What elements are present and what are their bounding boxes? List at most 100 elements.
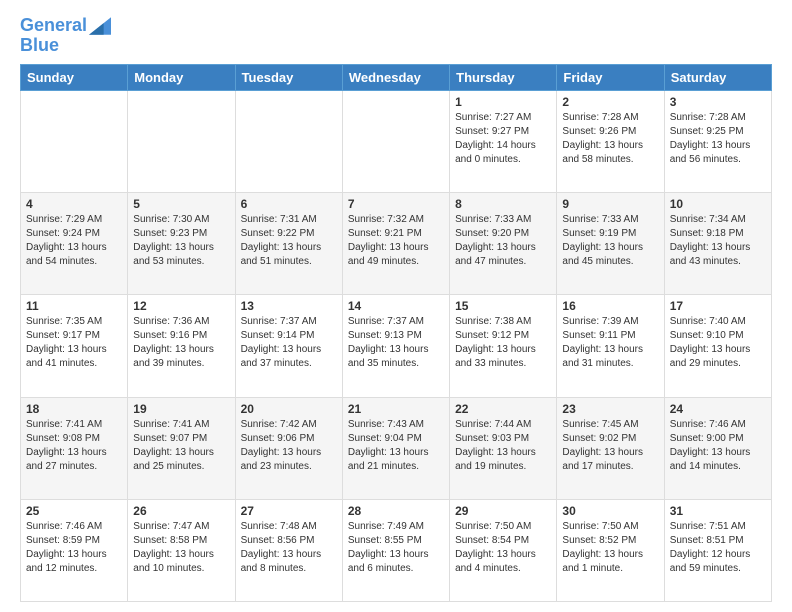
day-cell: 13 Sunrise: 7:37 AM Sunset: 9:14 PM Dayli…	[235, 295, 342, 397]
weekday-sunday: Sunday	[21, 64, 128, 90]
day-number: 11	[26, 299, 122, 313]
day-number: 6	[241, 197, 337, 211]
day-info: Sunrise: 7:29 AM Sunset: 9:24 PM Dayligh…	[26, 213, 122, 269]
day-cell: 23Sunrise: 7:45 AM Sunset: 9:02 PM Dayli…	[557, 397, 664, 499]
day-info: Sunrise: 7:42 AM Sunset: 9:06 PM Dayligh…	[241, 418, 337, 474]
week-row-4: 25 Sunrise: 7:46 AM Sunset: 8:59 PM Dayli…	[21, 499, 772, 601]
day-number: 26	[133, 504, 229, 518]
day-number: 28	[348, 504, 444, 518]
weekday-monday: Monday	[128, 64, 235, 90]
day-number: 10	[670, 197, 766, 211]
day-number: 7	[348, 197, 444, 211]
week-row-0: 1 Sunrise: 7:27 AM Sunset: 9:27 PM Daylig…	[21, 90, 772, 192]
day-cell: 19 Sunrise: 7:41 AM Sunset: 9:07 PM Dayli…	[128, 397, 235, 499]
day-number: 29	[455, 504, 551, 518]
day-number: 13	[241, 299, 337, 313]
day-number: 14	[348, 299, 444, 313]
day-info: Sunrise: 7:33 AM Sunset: 9:19 PM Dayligh…	[562, 213, 658, 269]
day-number: 17	[670, 299, 766, 313]
day-info: Sunrise: 7:27 AM Sunset: 9:27 PM Dayligh…	[455, 111, 551, 167]
day-info: Sunrise: 7:39 AM Sunset: 9:11 PM Dayligh…	[562, 315, 658, 371]
day-cell: 17 Sunrise: 7:40 AM Sunset: 9:10 PM Dayli…	[664, 295, 771, 397]
day-cell: 30Sunrise: 7:50 AM Sunset: 8:52 PM Dayli…	[557, 499, 664, 601]
day-info: Sunrise: 7:51 AM Sunset: 8:51 PM Dayligh…	[670, 520, 766, 576]
weekday-header-row: SundayMondayTuesdayWednesdayThursdayFrid…	[21, 64, 772, 90]
day-cell: 22 Sunrise: 7:44 AM Sunset: 9:03 PM Dayli…	[450, 397, 557, 499]
day-cell: 1 Sunrise: 7:27 AM Sunset: 9:27 PM Daylig…	[450, 90, 557, 192]
day-cell	[128, 90, 235, 192]
day-info: Sunrise: 7:37 AM Sunset: 9:13 PM Dayligh…	[348, 315, 444, 371]
day-info: Sunrise: 7:35 AM Sunset: 9:17 PM Dayligh…	[26, 315, 122, 371]
day-info: Sunrise: 7:36 AM Sunset: 9:16 PM Dayligh…	[133, 315, 229, 371]
day-cell: 3 Sunrise: 7:28 AM Sunset: 9:25 PM Daylig…	[664, 90, 771, 192]
day-cell: 18Sunrise: 7:41 AM Sunset: 9:08 PM Dayli…	[21, 397, 128, 499]
day-info: Sunrise: 7:47 AM Sunset: 8:58 PM Dayligh…	[133, 520, 229, 576]
day-cell: 8 Sunrise: 7:33 AM Sunset: 9:20 PM Daylig…	[450, 193, 557, 295]
day-cell: 31 Sunrise: 7:51 AM Sunset: 8:51 PM Dayli…	[664, 499, 771, 601]
day-info: Sunrise: 7:33 AM Sunset: 9:20 PM Dayligh…	[455, 213, 551, 269]
day-number: 19	[133, 402, 229, 416]
day-cell: 10Sunrise: 7:34 AM Sunset: 9:18 PM Dayli…	[664, 193, 771, 295]
day-info: Sunrise: 7:44 AM Sunset: 9:03 PM Dayligh…	[455, 418, 551, 474]
day-number: 2	[562, 95, 658, 109]
day-number: 22	[455, 402, 551, 416]
day-cell: 9 Sunrise: 7:33 AM Sunset: 9:19 PM Daylig…	[557, 193, 664, 295]
day-info: Sunrise: 7:46 AM Sunset: 9:00 PM Dayligh…	[670, 418, 766, 474]
day-info: Sunrise: 7:28 AM Sunset: 9:25 PM Dayligh…	[670, 111, 766, 167]
day-number: 20	[241, 402, 337, 416]
logo: General Blue	[20, 16, 111, 54]
day-info: Sunrise: 7:41 AM Sunset: 9:08 PM Dayligh…	[26, 418, 122, 474]
logo-line2: Blue	[20, 36, 111, 54]
day-info: Sunrise: 7:30 AM Sunset: 9:23 PM Dayligh…	[133, 213, 229, 269]
day-cell: 28 Sunrise: 7:49 AM Sunset: 8:55 PM Dayli…	[342, 499, 449, 601]
day-number: 24	[670, 402, 766, 416]
day-cell: 14 Sunrise: 7:37 AM Sunset: 9:13 PM Dayli…	[342, 295, 449, 397]
weekday-thursday: Thursday	[450, 64, 557, 90]
day-cell: 4 Sunrise: 7:29 AM Sunset: 9:24 PM Daylig…	[21, 193, 128, 295]
weekday-tuesday: Tuesday	[235, 64, 342, 90]
week-row-2: 11 Sunrise: 7:35 AM Sunset: 9:17 PM Dayli…	[21, 295, 772, 397]
day-number: 12	[133, 299, 229, 313]
day-info: Sunrise: 7:43 AM Sunset: 9:04 PM Dayligh…	[348, 418, 444, 474]
day-cell: 16 Sunrise: 7:39 AM Sunset: 9:11 PM Dayli…	[557, 295, 664, 397]
day-cell: 15Sunrise: 7:38 AM Sunset: 9:12 PM Dayli…	[450, 295, 557, 397]
day-number: 8	[455, 197, 551, 211]
page-header: General Blue	[20, 16, 772, 54]
day-cell: 29 Sunrise: 7:50 AM Sunset: 8:54 PM Dayli…	[450, 499, 557, 601]
day-number: 16	[562, 299, 658, 313]
day-cell	[235, 90, 342, 192]
day-number: 9	[562, 197, 658, 211]
day-cell: 5 Sunrise: 7:30 AM Sunset: 9:23 PM Daylig…	[128, 193, 235, 295]
day-info: Sunrise: 7:49 AM Sunset: 8:55 PM Dayligh…	[348, 520, 444, 576]
week-row-3: 18Sunrise: 7:41 AM Sunset: 9:08 PM Dayli…	[21, 397, 772, 499]
day-cell: 24 Sunrise: 7:46 AM Sunset: 9:00 PM Dayli…	[664, 397, 771, 499]
day-cell: 21 Sunrise: 7:43 AM Sunset: 9:04 PM Dayli…	[342, 397, 449, 499]
day-cell: 26 Sunrise: 7:47 AM Sunset: 8:58 PM Dayli…	[128, 499, 235, 601]
day-cell: 2 Sunrise: 7:28 AM Sunset: 9:26 PM Daylig…	[557, 90, 664, 192]
day-number: 4	[26, 197, 122, 211]
day-number: 1	[455, 95, 551, 109]
day-info: Sunrise: 7:41 AM Sunset: 9:07 PM Dayligh…	[133, 418, 229, 474]
day-info: Sunrise: 7:46 AM Sunset: 8:59 PM Dayligh…	[26, 520, 122, 576]
day-cell: 20 Sunrise: 7:42 AM Sunset: 9:06 PM Dayli…	[235, 397, 342, 499]
day-info: Sunrise: 7:38 AM Sunset: 9:12 PM Dayligh…	[455, 315, 551, 371]
day-number: 23	[562, 402, 658, 416]
day-info: Sunrise: 7:28 AM Sunset: 9:26 PM Dayligh…	[562, 111, 658, 167]
day-info: Sunrise: 7:50 AM Sunset: 8:52 PM Dayligh…	[562, 520, 658, 576]
day-cell: 25 Sunrise: 7:46 AM Sunset: 8:59 PM Dayli…	[21, 499, 128, 601]
logo-text: General	[20, 16, 87, 36]
day-info: Sunrise: 7:50 AM Sunset: 8:54 PM Dayligh…	[455, 520, 551, 576]
weekday-saturday: Saturday	[664, 64, 771, 90]
day-cell: 11 Sunrise: 7:35 AM Sunset: 9:17 PM Dayli…	[21, 295, 128, 397]
day-number: 31	[670, 504, 766, 518]
day-number: 3	[670, 95, 766, 109]
day-info: Sunrise: 7:37 AM Sunset: 9:14 PM Dayligh…	[241, 315, 337, 371]
day-number: 5	[133, 197, 229, 211]
day-number: 25	[26, 504, 122, 518]
logo-icon	[89, 17, 111, 35]
day-info: Sunrise: 7:40 AM Sunset: 9:10 PM Dayligh…	[670, 315, 766, 371]
day-number: 21	[348, 402, 444, 416]
day-cell: 27Sunrise: 7:48 AM Sunset: 8:56 PM Dayli…	[235, 499, 342, 601]
day-info: Sunrise: 7:48 AM Sunset: 8:56 PM Dayligh…	[241, 520, 337, 576]
day-cell	[342, 90, 449, 192]
